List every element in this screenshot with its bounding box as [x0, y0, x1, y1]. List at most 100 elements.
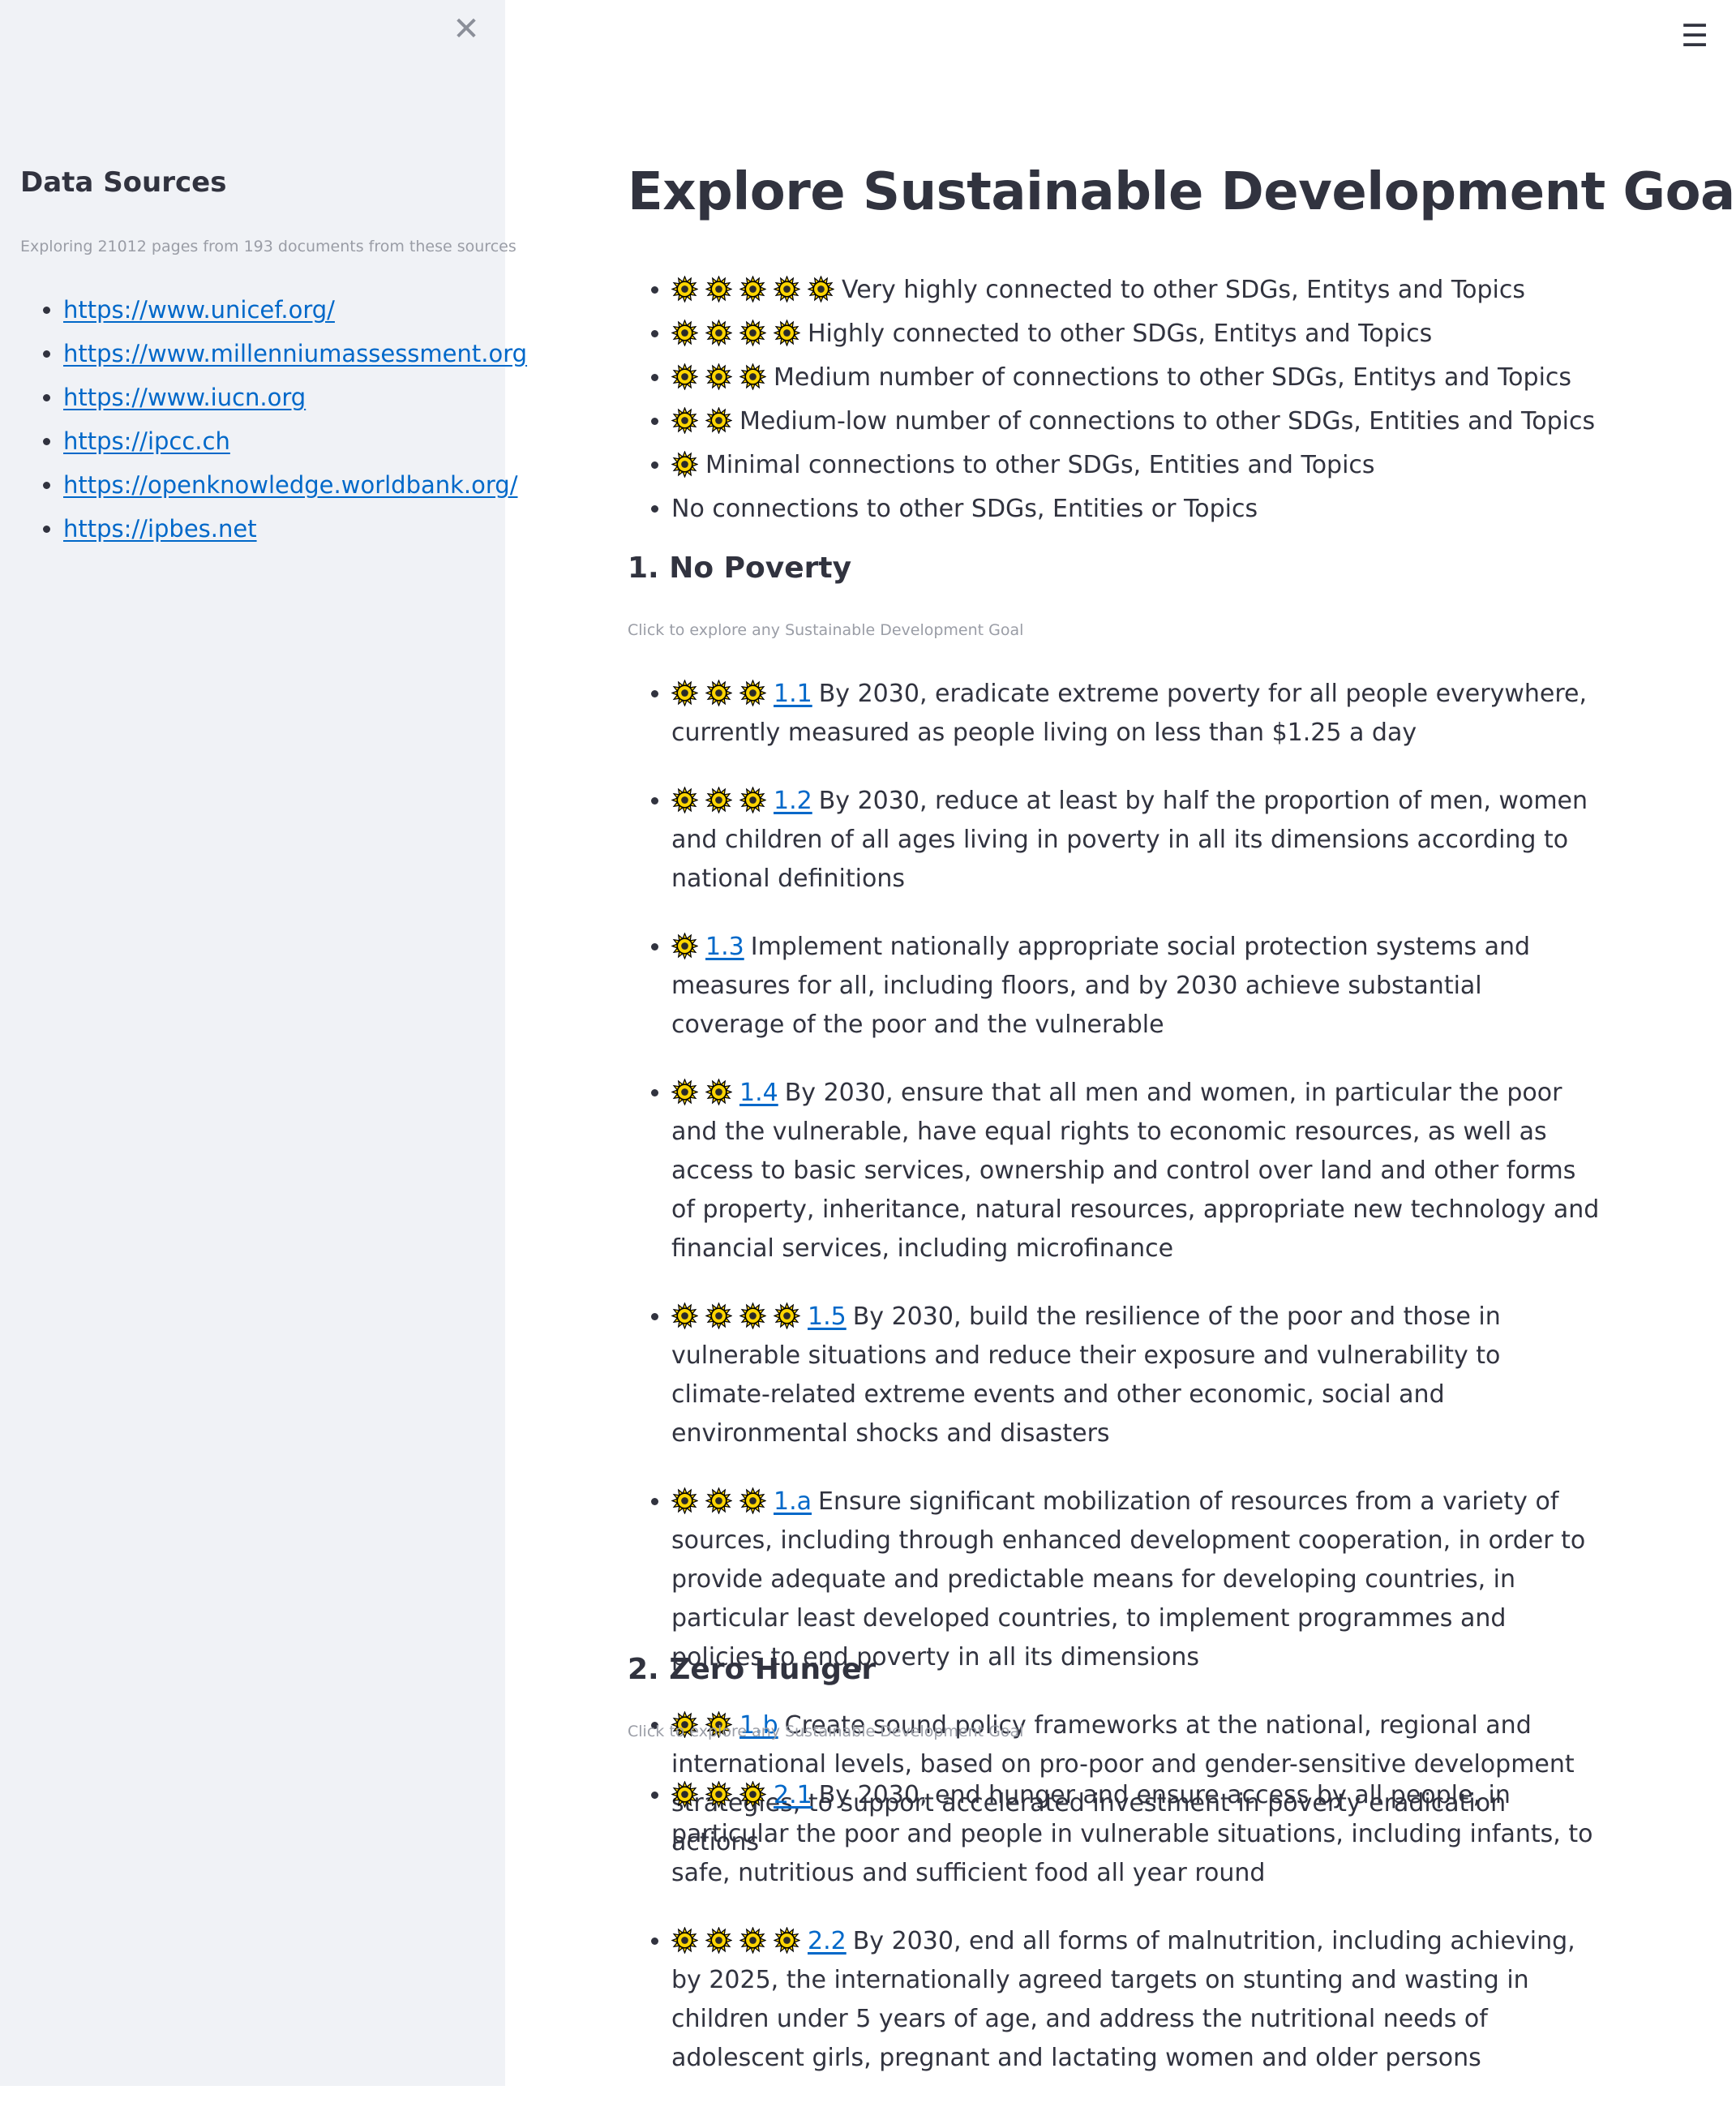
sun-icon — [671, 1079, 698, 1105]
sun-icon — [671, 451, 698, 478]
target-link[interactable]: 1.3 — [671, 933, 744, 961]
sun-icon — [671, 1927, 698, 1954]
sun-icon — [739, 1927, 766, 1954]
target-id: 1.3 — [705, 933, 744, 961]
target-item: 1.aEnsure significant mobilization of re… — [671, 1483, 1601, 1677]
sun-icon — [739, 320, 766, 346]
sun-icon — [739, 1781, 766, 1808]
target-link[interactable]: 2.2 — [671, 1927, 847, 1955]
sun-icon — [705, 787, 732, 813]
sun-icon — [705, 276, 732, 303]
target-description: Implement nationally appropriate social … — [671, 933, 1531, 1039]
target-id: 1.4 — [739, 1079, 778, 1107]
sun-icon — [774, 1302, 800, 1329]
target-description: By 2030, ensure that all men and women, … — [671, 1079, 1600, 1263]
target-id: 2.2 — [808, 1927, 847, 1955]
source-link-unicef[interactable]: https://www.unicef.org/ — [63, 296, 335, 324]
source-link-iucn[interactable]: https://www.iucn.org — [63, 384, 306, 411]
source-list: https://www.unicef.org/ https://www.mill… — [24, 288, 527, 551]
sun-icon — [774, 320, 800, 346]
legend-text: Medium number of connections to other SD… — [774, 363, 1572, 392]
sun-icon — [808, 276, 834, 303]
sun-icon — [774, 1927, 800, 1954]
sun-icon — [705, 1781, 732, 1808]
sun-icon — [705, 1927, 732, 1954]
sun-icon — [671, 276, 698, 303]
sidebar-title: Data Sources — [20, 166, 227, 199]
legend-text: Very highly connected to other SDGs, Ent… — [842, 276, 1525, 304]
sun-icon — [739, 276, 766, 303]
legend-text: Minimal connections to other SDGs, Entit… — [705, 451, 1375, 479]
sun-icon — [739, 680, 766, 706]
target-item: 2.2By 2030, end all forms of malnutritio… — [671, 1922, 1601, 2078]
sun-icon — [705, 407, 732, 434]
sun-icon — [705, 1079, 732, 1105]
close-sidebar-button[interactable]: ✕ — [452, 13, 481, 45]
sun-icon — [739, 1302, 766, 1329]
target-item: 1.5By 2030, build the resilience of the … — [671, 1298, 1601, 1453]
target-link[interactable]: 2.1 — [671, 1781, 812, 1809]
sun-icon — [671, 933, 698, 959]
goal-caption: Click to explore any Sustainable Develop… — [628, 621, 1024, 639]
target-id: 1.a — [774, 1487, 812, 1516]
legend-item: Highly connected to other SDGs, Entitys … — [671, 312, 1595, 356]
goal-target-list: 2.1By 2030, end hunger and ensure access… — [628, 1776, 1601, 2107]
sun-icon — [671, 680, 698, 706]
source-link-worldbank[interactable]: https://openknowledge.worldbank.org/ — [63, 471, 518, 499]
target-item: 1.3Implement nationally appropriate soci… — [671, 928, 1601, 1045]
source-item: https://www.millenniumassessment.org — [63, 332, 527, 375]
sun-icon — [671, 1487, 698, 1514]
sun-icon — [705, 320, 732, 346]
target-item: 1.1By 2030, eradicate extreme poverty fo… — [671, 675, 1601, 753]
sun-icon — [705, 363, 732, 390]
sun-icon — [671, 1781, 698, 1808]
legend-text: No connections to other SDGs, Entities o… — [671, 495, 1258, 523]
sun-icon — [671, 787, 698, 813]
sun-icon — [671, 407, 698, 434]
target-id: 2.1 — [774, 1781, 812, 1809]
source-item: https://www.iucn.org — [63, 375, 527, 419]
legend-item: Very highly connected to other SDGs, Ent… — [671, 268, 1595, 312]
sun-icon — [774, 276, 800, 303]
source-item: https://ipcc.ch — [63, 419, 527, 463]
source-link-ipcc[interactable]: https://ipcc.ch — [63, 427, 230, 455]
target-link[interactable]: 1.4 — [671, 1079, 778, 1107]
main-menu-button[interactable]: ☰ — [1680, 20, 1709, 51]
target-link[interactable]: 1.5 — [671, 1302, 847, 1331]
page-title: Explore Sustainable Development Goals — [628, 162, 1736, 222]
sidebar-caption: Exploring 21012 pages from 193 documents… — [20, 238, 517, 255]
sidebar: ✕ Data Sources Exploring 21012 pages fro… — [0, 0, 527, 2086]
source-link-millennium[interactable]: https://www.millenniumassessment.org — [63, 340, 527, 367]
target-link[interactable]: 1.2 — [671, 787, 812, 815]
sun-icon — [671, 1302, 698, 1329]
goal-title: 1. No Poverty — [628, 551, 852, 585]
source-item: https://ipbes.net — [63, 507, 527, 551]
goal-title: 2. Zero Hunger — [628, 1653, 877, 1686]
target-item: 1.2By 2030, reduce at least by half the … — [671, 782, 1601, 899]
hamburger-menu-icon: ☰ — [1680, 18, 1709, 54]
close-icon: ✕ — [452, 11, 480, 48]
sun-icon — [671, 320, 698, 346]
legend-item: Medium-low number of connections to othe… — [671, 400, 1595, 444]
target-link[interactable]: 1.1 — [671, 680, 812, 708]
sun-icon — [739, 363, 766, 390]
legend-item: Medium number of connections to other SD… — [671, 356, 1595, 400]
sun-icon — [671, 363, 698, 390]
target-id: 1.1 — [774, 680, 812, 708]
sun-icon — [739, 787, 766, 813]
target-id: 1.2 — [774, 787, 812, 815]
legend-text: Highly connected to other SDGs, Entitys … — [808, 320, 1433, 348]
target-item: 1.4By 2030, ensure that all men and wome… — [671, 1074, 1601, 1268]
sun-icon — [739, 1487, 766, 1514]
source-item: https://openknowledge.worldbank.org/ — [63, 463, 527, 507]
goal-caption: Click to explore any Sustainable Develop… — [628, 1723, 1024, 1740]
sun-icon — [705, 680, 732, 706]
source-link-ipbes[interactable]: https://ipbes.net — [63, 515, 257, 543]
sun-icon — [705, 1487, 732, 1514]
sun-icon — [705, 1302, 732, 1329]
legend-text: Medium-low number of connections to othe… — [739, 407, 1596, 436]
target-id: 1.5 — [808, 1302, 847, 1331]
legend-item: No connections to other SDGs, Entities o… — [671, 487, 1595, 531]
target-item: 2.1By 2030, end hunger and ensure access… — [671, 1776, 1601, 1893]
target-link[interactable]: 1.a — [671, 1487, 812, 1516]
